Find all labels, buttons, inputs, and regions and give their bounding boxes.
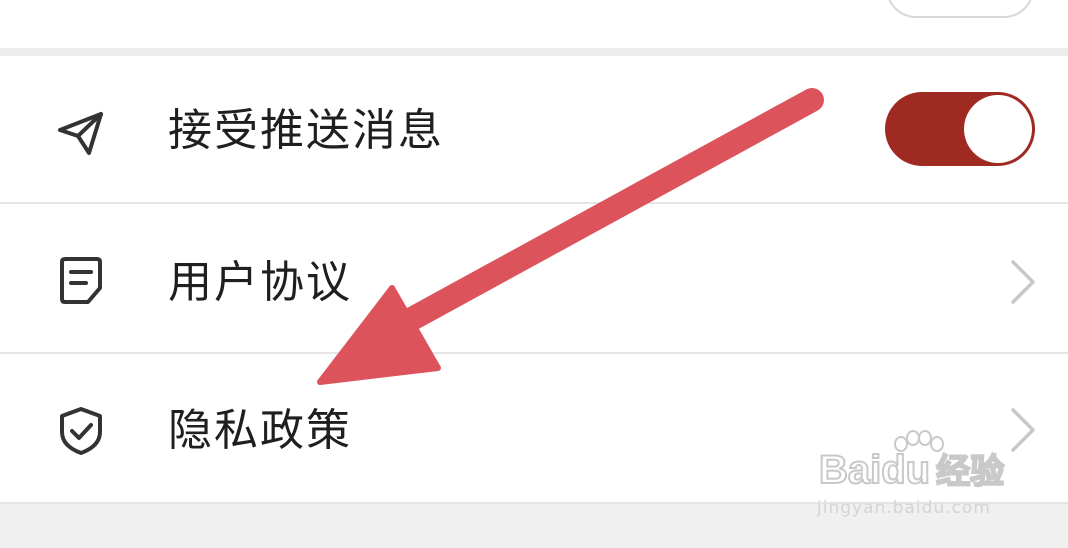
settings-row-user-agreement[interactable]: 用户协议: [0, 204, 1068, 352]
privacy-policy-label: 隐私政策: [168, 405, 352, 456]
partial-settings-row: [0, 0, 1068, 48]
push-messages-toggle[interactable]: [885, 92, 1035, 166]
paper-plane-icon: [58, 112, 103, 155]
watermark-logo-text: Bai: [818, 447, 882, 493]
partial-toggle-switch[interactable]: [886, 0, 1034, 18]
toggle-knob: [964, 95, 1032, 163]
shield-check-icon: [60, 407, 102, 455]
user-agreement-label: 用户协议: [168, 257, 352, 308]
watermark-url: jingyan.baidu.com: [817, 498, 991, 518]
chevron-right-icon: [1011, 260, 1035, 304]
section-gap: [0, 48, 1068, 56]
document-icon: [60, 257, 102, 304]
watermark-logo-text-2: du: [880, 447, 931, 493]
watermark-logo-suffix: 经验: [935, 452, 1005, 492]
settings-row-push-messages[interactable]: 接受推送消息: [0, 56, 1068, 204]
partial-row-icon: [56, 0, 102, 6]
push-messages-label: 接受推送消息: [168, 105, 444, 156]
baidu-watermark: Baidu 经验 jingyan.baidu.com: [815, 430, 1015, 528]
settings-screen: 接受推送消息 用户协议 隐私政策 Baidu 经验 jingyan.baidu.…: [0, 0, 1068, 548]
watermark-logo: Baidu 经验: [818, 447, 1005, 494]
